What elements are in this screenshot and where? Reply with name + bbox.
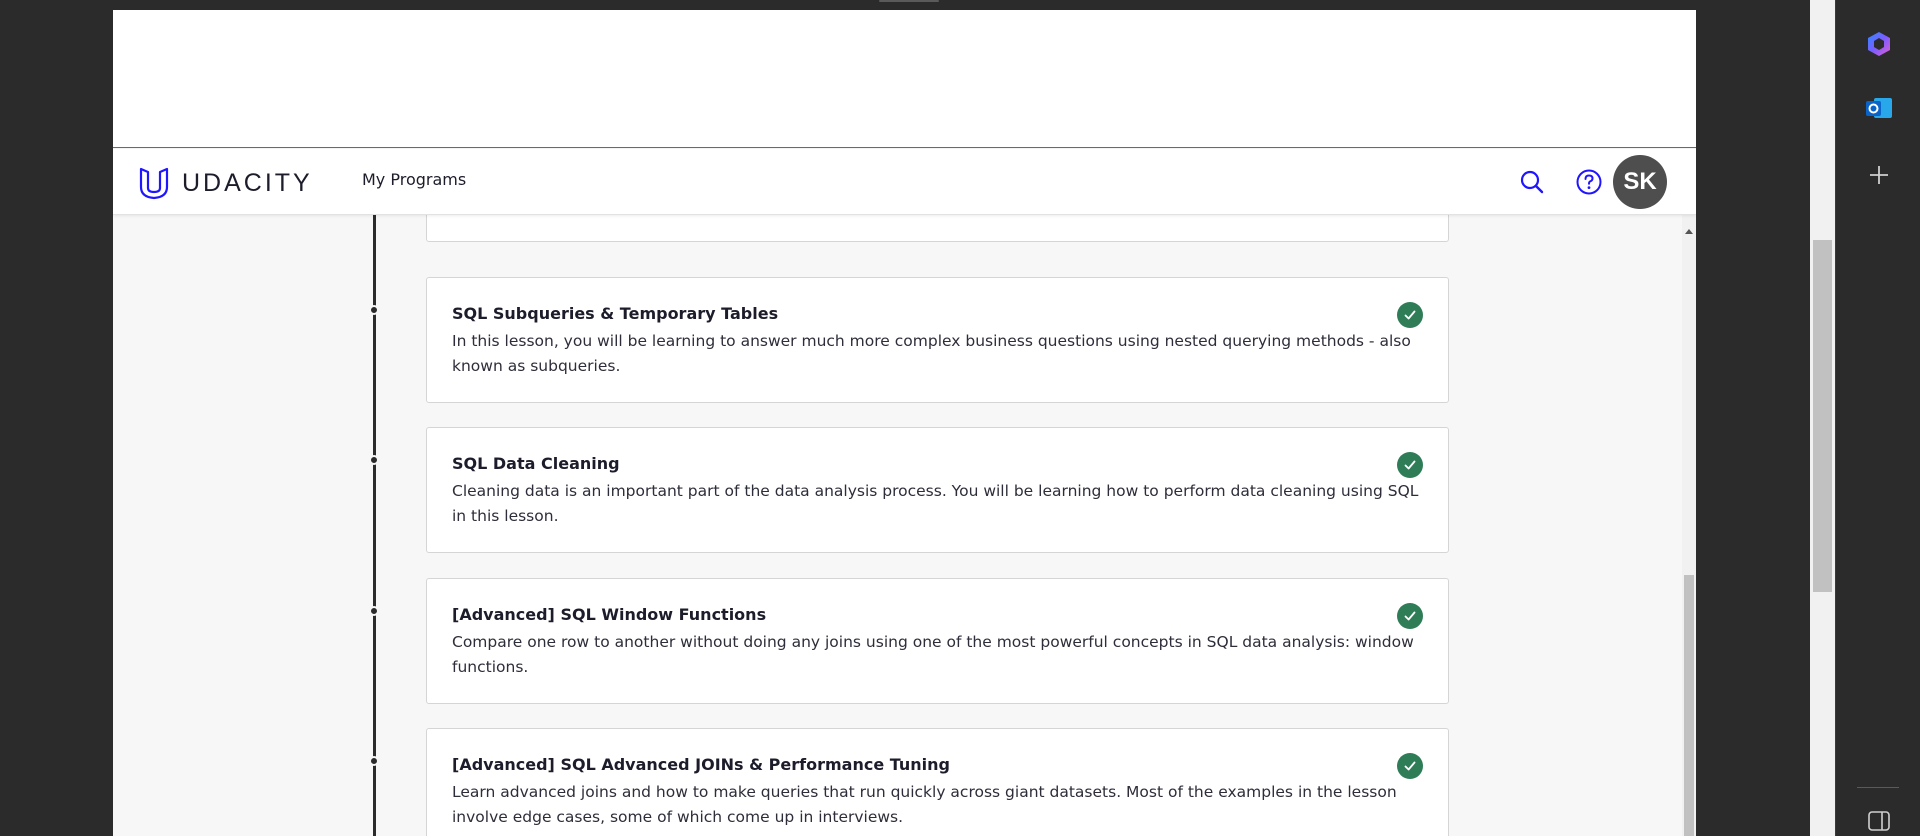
browser-sidebar — [1835, 0, 1920, 836]
check-icon — [1397, 753, 1423, 779]
scroll-up-arrow-icon[interactable] — [1685, 229, 1693, 234]
search-icon[interactable] — [1519, 169, 1545, 195]
lesson-title: [Advanced] SQL Window Functions — [452, 605, 767, 624]
web-page: UDACITY My Programs SK SQL Subqueries & … — [113, 10, 1696, 836]
timeline-dot — [369, 455, 379, 465]
lesson-card[interactable]: [Advanced] SQL Advanced JOINs & Performa… — [426, 728, 1449, 836]
window-scrollbar[interactable] — [1810, 0, 1835, 836]
user-avatar[interactable]: SK — [1613, 155, 1667, 209]
lesson-description: Cleaning data is an important part of th… — [452, 482, 1419, 525]
tab-strip-handle — [879, 0, 939, 2]
window-scrollbar-thumb[interactable] — [1813, 240, 1832, 592]
browser-top-bar — [0, 0, 1810, 10]
timeline-dot — [369, 305, 379, 315]
check-icon — [1397, 603, 1423, 629]
plus-icon[interactable] — [1864, 160, 1894, 190]
logo-wordmark: UDACITY — [182, 168, 313, 197]
sidebar-toggle-icon[interactable] — [1864, 806, 1894, 836]
lesson-description: In this lesson, you will be learning to … — [452, 332, 1411, 375]
my-programs-link[interactable]: My Programs — [362, 170, 466, 189]
lesson-card[interactable]: SQL Subqueries & Temporary Tables In thi… — [426, 277, 1449, 403]
page-scrollbar-thumb[interactable] — [1684, 575, 1694, 836]
lesson-description: Compare one row to another without doing… — [452, 633, 1414, 676]
check-icon — [1397, 452, 1423, 478]
timeline-dot — [369, 606, 379, 616]
lesson-card[interactable]: SQL Data Cleaning Cleaning data is an im… — [426, 427, 1449, 553]
lesson-title: SQL Subqueries & Temporary Tables — [452, 304, 779, 323]
lesson-title: SQL Data Cleaning — [452, 454, 620, 473]
site-header: UDACITY My Programs SK — [113, 149, 1696, 215]
outlook-icon[interactable] — [1864, 93, 1894, 123]
banner-area — [113, 10, 1696, 148]
lesson-timeline: SQL Subqueries & Temporary Tables In thi… — [113, 205, 1696, 836]
check-icon — [1397, 302, 1423, 328]
udacity-logo-icon — [139, 167, 169, 200]
lesson-card[interactable]: [Advanced] SQL Window Functions Compare … — [426, 578, 1449, 704]
timeline-dot — [369, 756, 379, 766]
udacity-logo[interactable]: UDACITY — [136, 165, 313, 201]
sidebar-divider — [1857, 787, 1899, 788]
help-icon[interactable] — [1575, 168, 1603, 196]
copilot-icon[interactable] — [1864, 29, 1894, 59]
page-scrollbar[interactable] — [1682, 215, 1696, 836]
lesson-title: [Advanced] SQL Advanced JOINs & Performa… — [452, 755, 950, 774]
lesson-description: Learn advanced joins and how to make que… — [452, 783, 1397, 826]
